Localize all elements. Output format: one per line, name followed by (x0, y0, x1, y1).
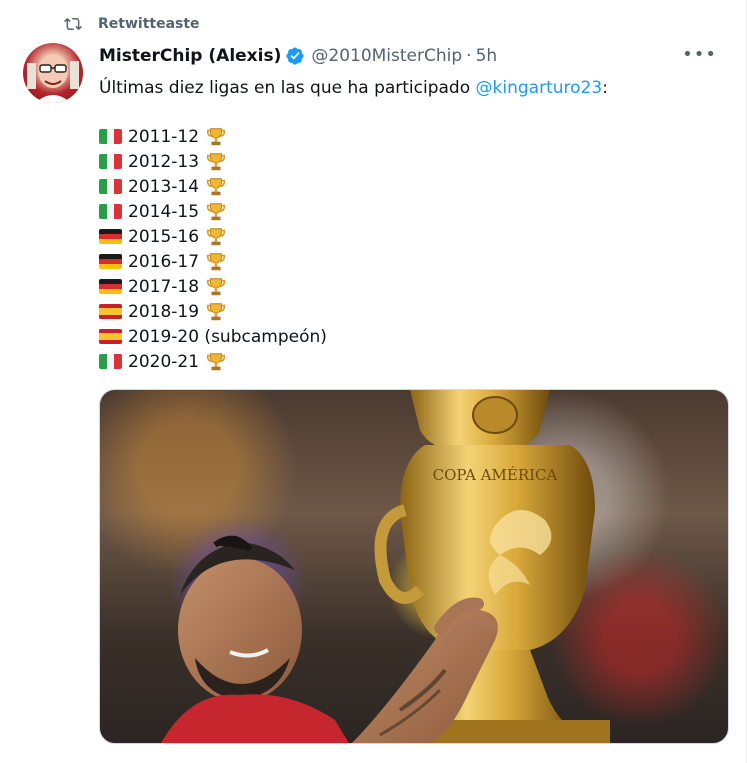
italy-flag-icon (99, 354, 122, 369)
trophy-icon (206, 252, 226, 270)
author-handle[interactable]: @2010MisterChip (311, 46, 462, 66)
season-label: 2020-21 (128, 351, 200, 372)
author-name[interactable]: MisterChip (Alexis) (99, 46, 281, 66)
avatar[interactable] (23, 43, 83, 103)
trophy-icon (206, 202, 226, 220)
season-label: 2017-18 (128, 276, 200, 297)
italy-flag-icon (99, 154, 122, 169)
tweet-header: MisterChip (Alexis) @2010MisterChip · 5h… (99, 44, 727, 68)
trophy-engraving: COPA AMÉRICA (433, 466, 558, 484)
retweet-icon (64, 17, 82, 31)
season-row: 2015-16 (99, 224, 327, 249)
tweet-media-photo[interactable]: COPA AMÉRICA (99, 389, 729, 744)
italy-flag-icon (99, 179, 122, 194)
season-label: 2013-14 (128, 176, 200, 197)
season-row: 2018-19 (99, 299, 327, 324)
season-row: 2017-18 (99, 274, 327, 299)
avatar-illustration (27, 54, 79, 103)
season-row: 2011-12 (99, 124, 327, 149)
italy-flag-icon (99, 204, 122, 219)
trophy-icon (206, 127, 226, 145)
verified-badge-icon (286, 47, 304, 65)
spain-flag-icon (99, 329, 122, 344)
trophy-icon (206, 302, 226, 320)
germany-flag-icon (99, 229, 122, 244)
season-row: 2019-20 (subcampeón) (99, 324, 327, 349)
season-label: 2015-16 (128, 226, 200, 247)
trophy-icon (206, 177, 226, 195)
season-label: 2016-17 (128, 251, 200, 272)
trophy-icon (206, 277, 226, 295)
tweet-text-prefix: Últimas diez ligas en las que ha partici… (99, 78, 476, 98)
season-label: 2019-20 (subcampeón) (128, 326, 327, 347)
more-options-icon[interactable]: ••• (682, 44, 717, 65)
mention-link[interactable]: @kingarturo23 (476, 78, 603, 98)
season-label: 2012-13 (128, 151, 200, 172)
season-list: 2011-12 2012-13 2013-14 2014-15 2015-16 2016-… (99, 124, 327, 374)
season-row: 2016-17 (99, 249, 327, 274)
season-row: 2014-15 (99, 199, 327, 224)
germany-flag-icon (99, 254, 122, 269)
separator-dot: · (466, 46, 472, 66)
tweet-text-suffix: : (602, 78, 608, 98)
season-row: 2013-14 (99, 174, 327, 199)
spain-flag-icon (99, 304, 122, 319)
retweet-label: Retwitteaste (98, 16, 200, 32)
season-label: 2018-19 (128, 301, 200, 322)
trophy-icon (206, 352, 226, 370)
trophy-icon (206, 152, 226, 170)
season-label: 2014-15 (128, 201, 200, 222)
season-row: 2020-21 (99, 349, 327, 374)
season-row: 2012-13 (99, 149, 327, 174)
photo-illustration: COPA AMÉRICA (161, 390, 610, 743)
timestamp[interactable]: 5h (476, 46, 498, 66)
trophy-icon (206, 227, 226, 245)
tweet-text: Últimas diez ligas en las que ha partici… (99, 76, 719, 101)
retweet-context[interactable]: Retwitteaste (64, 12, 200, 36)
season-label: 2011-12 (128, 126, 200, 147)
germany-flag-icon (99, 279, 122, 294)
italy-flag-icon (99, 129, 122, 144)
